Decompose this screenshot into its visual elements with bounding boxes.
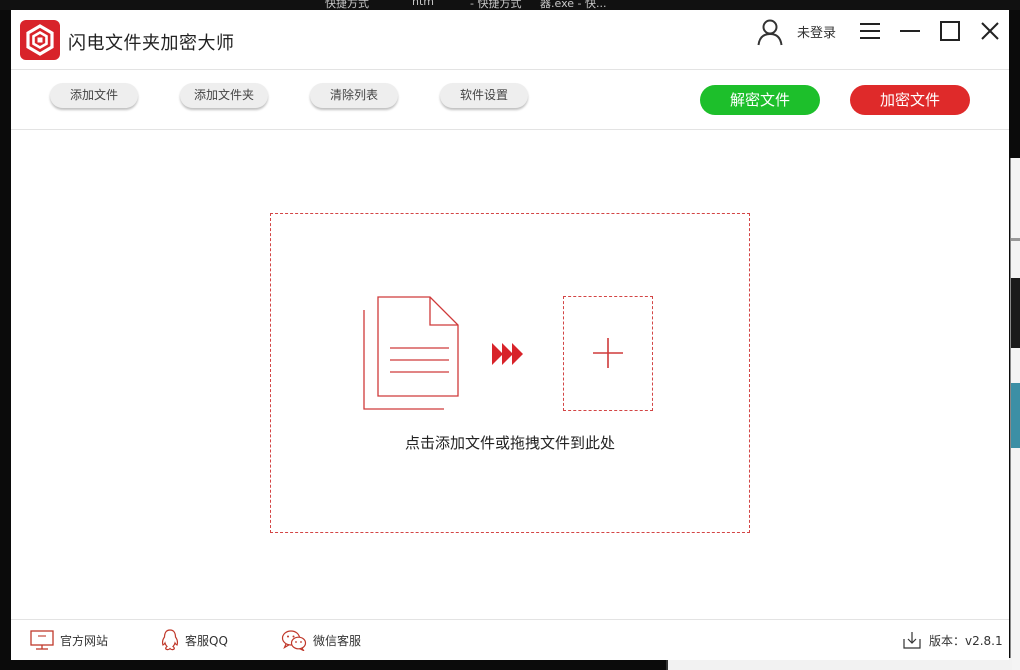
maximize-icon[interactable] <box>940 21 960 41</box>
download-icon <box>903 632 921 649</box>
add-file-slot[interactable] <box>563 296 653 411</box>
login-status-label[interactable]: 未登录 <box>797 22 836 41</box>
qq-penguin-icon <box>162 629 178 651</box>
minimize-icon[interactable] <box>900 22 920 40</box>
desktop-fragment: 器.exe - 快... <box>540 0 607 10</box>
version-label: 版本：v2.8.1 <box>929 633 1003 648</box>
official-website-link[interactable]: 官方网站 <box>30 620 108 660</box>
toolbar: 添加文件 添加文件夹 清除列表 软件设置 解密文件 加密文件 <box>11 70 1009 130</box>
wechat-support-label: 微信客服 <box>313 633 362 648</box>
drop-hint-text: 点击添加文件或拖拽文件到此处 <box>404 434 615 452</box>
file-drop-zone[interactable]: 点击添加文件或拖拽文件到此处 <box>270 213 750 533</box>
app-title: 闪电文件夹加密大师 <box>68 33 235 54</box>
user-icon[interactable] <box>756 18 784 46</box>
add-folder-button[interactable]: 添加文件夹 <box>180 83 268 108</box>
decrypt-button[interactable]: 解密文件 <box>700 85 820 115</box>
monitor-icon <box>30 630 54 650</box>
desktop-fragment: 快捷方式 <box>325 0 369 10</box>
status-bar: 官方网站 客服QQ 微信客服 版本：v2.8.1 <box>11 619 1009 660</box>
clear-list-button[interactable]: 清除列表 <box>310 83 398 108</box>
menu-icon[interactable] <box>860 22 880 40</box>
add-file-button[interactable]: 添加文件 <box>50 83 138 108</box>
app-logo-icon <box>20 20 60 60</box>
desktop-fragment: - 快捷方式 <box>470 0 522 10</box>
app-window: 闪电文件夹加密大师 未登录 添加文件 添加文件夹 清除列表 软件设置 解密文件 … <box>11 10 1009 660</box>
document-icon <box>363 296 459 410</box>
version-info[interactable]: 版本：v2.8.1 <box>903 620 1003 660</box>
official-website-label: 官方网站 <box>60 633 109 648</box>
desktop-top-strip: 快捷方式 htm - 快捷方式 器.exe - 快... <box>0 0 1020 10</box>
close-icon[interactable] <box>980 21 1000 41</box>
qq-support-link[interactable]: 客服QQ <box>161 620 228 660</box>
plus-icon <box>593 338 623 368</box>
wechat-support-link[interactable]: 微信客服 <box>281 620 361 660</box>
qq-support-label: 客服QQ <box>185 633 228 648</box>
desktop-right-strip <box>1010 158 1020 670</box>
wechat-icon <box>281 630 307 651</box>
title-bar[interactable]: 闪电文件夹加密大师 未登录 <box>11 10 1009 70</box>
encrypt-button[interactable]: 加密文件 <box>850 85 970 115</box>
settings-button[interactable]: 软件设置 <box>440 83 528 108</box>
triple-arrow-icon <box>492 343 523 365</box>
desktop-fragment: htm <box>412 0 434 8</box>
